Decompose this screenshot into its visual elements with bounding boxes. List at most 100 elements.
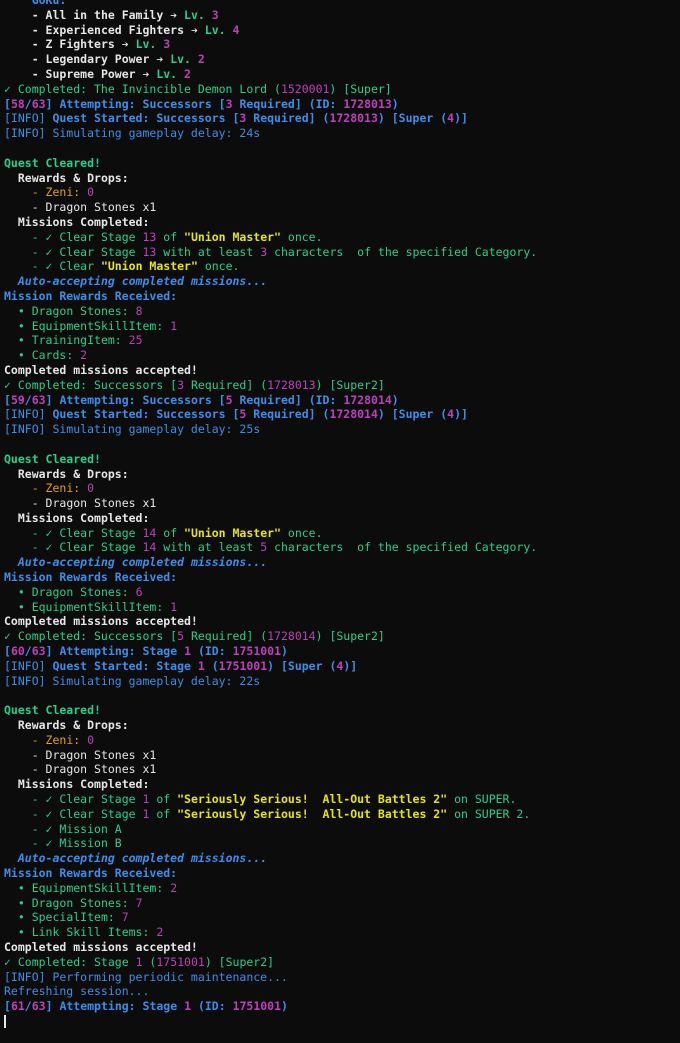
log-text: 3 — [177, 377, 185, 392]
log-text: - Zeni: — [31, 481, 88, 496]
log-text: 61 — [10, 999, 25, 1014]
log-text: 0 — [87, 481, 95, 496]
log-text: ) [Super2] — [315, 377, 385, 392]
log-text: • TrainingItem: — [17, 333, 129, 348]
log-text: ) — [391, 392, 399, 407]
terminal-line: - ✓ Clear Stage 14 with at least 5 chara… — [4, 540, 680, 555]
log-text: [INFO] Simulating gameplay delay: 24s — [4, 126, 261, 141]
log-text: 1728014 — [267, 629, 316, 644]
log-text: 63 — [31, 392, 46, 407]
log-text: 1 — [170, 599, 178, 614]
log-text: - Zeni: — [31, 185, 88, 200]
terminal-line: - Supreme Power ➔ Lv. 2 — [4, 67, 680, 82]
log-text: ✓ Completed: Stage — [4, 954, 136, 969]
terminal-line: • SpecialItem: 7 — [4, 910, 680, 925]
log-text: 2 — [80, 348, 88, 363]
terminal-line: - Dragon Stones x1 — [4, 762, 680, 777]
log-text: ) [Super ( — [377, 407, 448, 422]
log-text: Mission Rewards Received: — [4, 570, 178, 585]
log-text: - ✓ Clear Stage — [31, 806, 143, 821]
log-text: - ✓ Mission B — [31, 836, 122, 851]
log-text: 59 — [10, 392, 25, 407]
terminal-line: [INFO] Simulating gameplay delay: 25s — [4, 422, 680, 437]
terminal-line: • Dragon Stones: 6 — [4, 585, 680, 600]
terminal-line: Quest Cleared! — [4, 156, 680, 171]
log-text: Quest Cleared! — [4, 451, 101, 466]
terminal-line: Auto-accepting completed missions... — [4, 274, 680, 289]
log-text: "Seriously Serious! All-Out Battles 2" — [177, 792, 448, 807]
log-text: ✓ Completed: Successors [ — [4, 377, 178, 392]
terminal-window[interactable]: GoKu: - All in the Family ➔ Lv. 3 - Expe… — [0, 0, 680, 1036]
log-text: Rewards & Drops: — [17, 170, 129, 185]
log-text: - Z Fighters ➔ — [31, 37, 136, 52]
log-text: Auto-accepting completed missions... — [17, 274, 268, 289]
log-text: 1751001 — [218, 658, 268, 673]
log-text: 5 — [177, 629, 185, 644]
log-text: ] Attempting: Successors [ — [45, 96, 226, 111]
terminal-line: Missions Completed: — [4, 215, 680, 230]
terminal-line: ✓ Completed: Successors [3 Required] (17… — [4, 378, 680, 393]
log-text: ) [Super ( — [267, 658, 337, 673]
log-text: Auto-accepting completed missions... — [17, 851, 268, 866]
log-text: [INFO] Simulating gameplay delay: 25s — [4, 422, 261, 437]
log-text: "Seriously Serious! All-Out Battles 2" — [177, 806, 448, 821]
log-text: - ✓ Clear — [31, 259, 101, 274]
terminal-line: ✓ Completed: The Invincible Demon Lord (… — [4, 82, 680, 97]
log-text: - Supreme Power ➔ — [31, 66, 157, 81]
terminal-line: Rewards & Drops: — [4, 467, 680, 482]
log-text: ( — [142, 954, 157, 969]
log-text: ) — [391, 96, 399, 111]
log-text: Missions Completed: — [17, 510, 150, 525]
log-text: - ✓ Clear Stage — [31, 229, 143, 244]
terminal-line: Completed missions accepted! — [4, 614, 680, 629]
log-text: - ✓ Clear Stage — [31, 525, 143, 540]
log-text: Quest Started: Successors [ — [52, 407, 240, 422]
log-text: - ✓ Clear Stage — [31, 244, 143, 259]
log-text: • SpecialItem: — [17, 910, 122, 925]
terminal-line: - Z Fighters ➔ Lv. 3 — [4, 37, 680, 52]
text-cursor — [4, 1014, 6, 1028]
log-text: 60 — [10, 644, 25, 659]
log-text: Lv. — [184, 7, 212, 22]
terminal-line: - ✓ Clear Stage 13 of "Union Master" onc… — [4, 230, 680, 245]
terminal-line: [58/63] Attempting: Successors [3 Requir… — [4, 97, 680, 112]
log-text: ( — [204, 658, 219, 673]
log-text: - All in the Family ➔ — [31, 7, 185, 22]
terminal-line: Missions Completed: — [4, 777, 680, 792]
log-text: once. — [197, 259, 240, 274]
log-text: "Union Master" — [184, 525, 281, 540]
terminal-line: - All in the Family ➔ Lv. 3 — [4, 8, 680, 23]
terminal-line: • EquipmentSkillItem: 1 — [4, 319, 680, 334]
log-text: / — [24, 999, 32, 1014]
log-text: 1 — [135, 954, 143, 969]
log-text: 2 — [170, 880, 178, 895]
log-text: 25 — [128, 333, 143, 348]
terminal-line: Completed missions accepted! — [4, 363, 680, 378]
log-text: • Dragon Stones: — [17, 895, 136, 910]
terminal-prompt-line[interactable] — [4, 1014, 680, 1029]
terminal-line: Missions Completed: — [4, 511, 680, 526]
log-text: Quest Cleared! — [4, 155, 101, 170]
terminal-line: • Cards: 2 — [4, 348, 680, 363]
terminal-line: [61/63] Attempting: Stage 1 (ID: 1751001… — [4, 999, 680, 1014]
log-text: 3 — [163, 37, 171, 52]
log-text: ) [Super] — [329, 81, 392, 96]
terminal-line: Auto-accepting completed missions... — [4, 851, 680, 866]
